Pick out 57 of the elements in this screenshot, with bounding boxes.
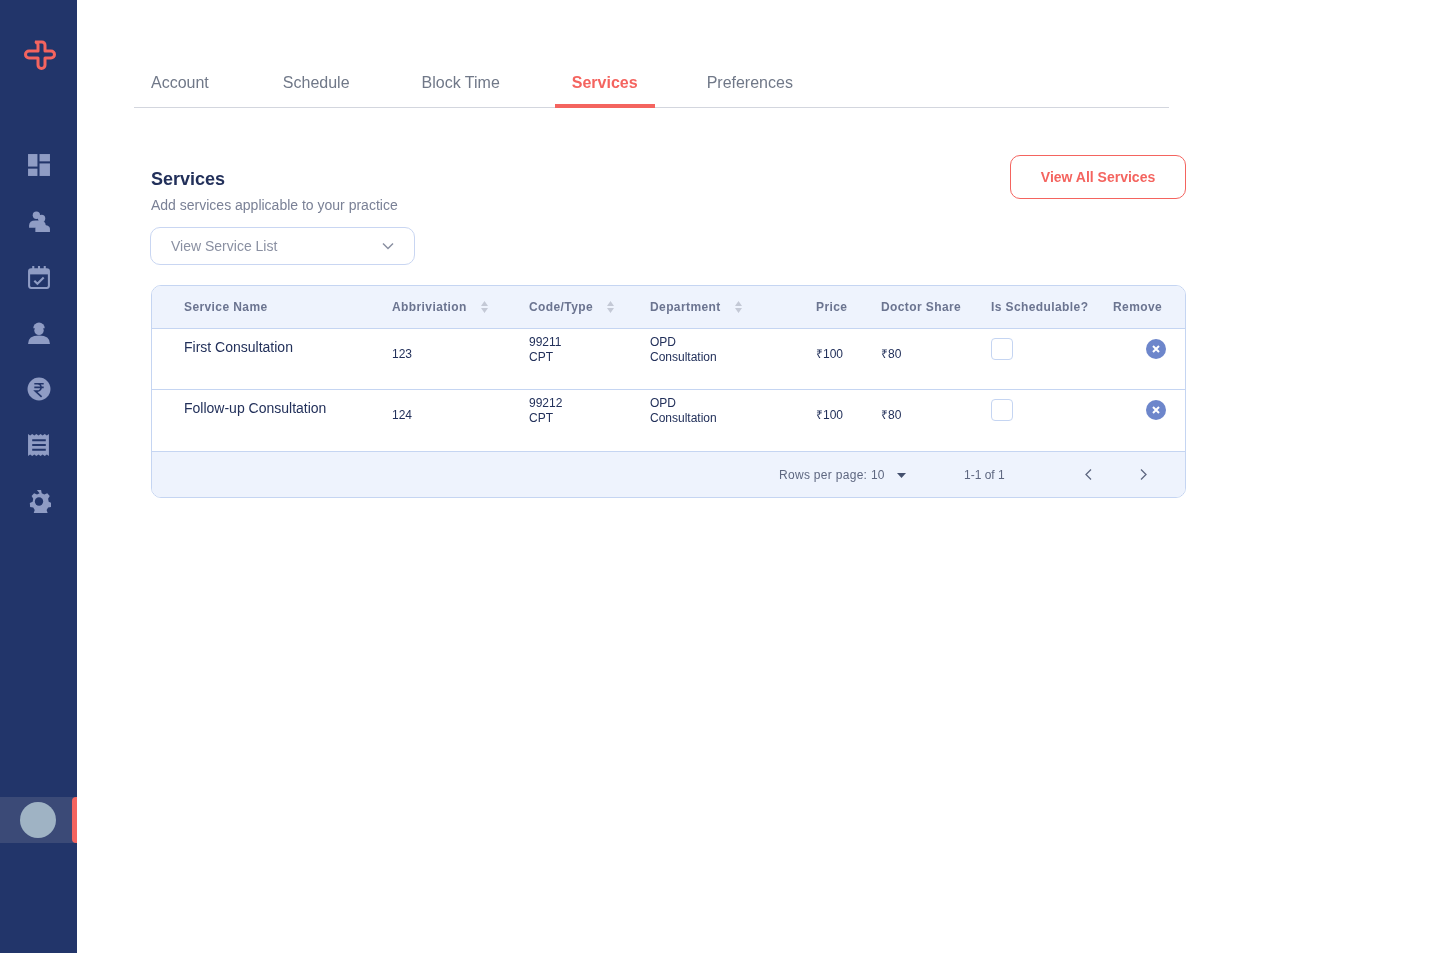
code-type: CPT — [529, 350, 554, 365]
service-list-dropdown[interactable]: View Service List — [150, 227, 415, 265]
close-icon — [1152, 406, 1160, 415]
rupee-icon — [26, 377, 51, 401]
dropdown-placeholder: View Service List — [171, 236, 278, 256]
close-icon — [1152, 345, 1160, 353]
person-icon — [26, 321, 51, 345]
column-header: Service Name — [184, 299, 268, 316]
code-number: 99211 — [529, 335, 563, 350]
column-header: Is Schedulable? — [991, 299, 1089, 316]
table-cell-text: ₹100 — [816, 346, 845, 363]
logo-icon — [21, 38, 56, 72]
previous-page-button[interactable] — [1082, 466, 1094, 482]
remove-button[interactable] — [1146, 400, 1166, 421]
calendar-check-icon — [26, 265, 51, 289]
receipt-icon — [26, 433, 51, 457]
profile-item[interactable] — [0, 797, 77, 843]
column-header: Price — [816, 299, 848, 316]
view-all-services-button[interactable]: View All Services — [1010, 155, 1186, 199]
column-header[interactable]: Code/Type — [529, 298, 594, 316]
section-title: Services — [151, 168, 227, 191]
dashboard-icon — [26, 153, 51, 177]
schedulable-checkbox[interactable] — [991, 338, 1013, 360]
service-name: Follow-up Consultation — [184, 398, 328, 418]
table-cell-text: 123 — [392, 346, 414, 363]
people-icon — [26, 209, 51, 233]
rows-per-page-select[interactable]: Rows per page: 10 — [779, 466, 906, 484]
section-subtitle: Add services applicable to your practice — [151, 196, 398, 215]
table-cell-text: ₹80 — [881, 346, 903, 363]
chevron-left-icon — [1084, 468, 1092, 480]
chevron-down-icon — [382, 242, 394, 250]
service-name: First Consultation — [184, 337, 294, 357]
department-type: Consultation — [650, 350, 718, 365]
tab[interactable]: Services — [554, 62, 655, 108]
page-range: 1-1 of 1 — [964, 467, 1005, 484]
tab[interactable]: Preferences — [689, 62, 810, 108]
caret-down-icon — [896, 472, 906, 478]
chevron-right-icon — [1139, 468, 1147, 480]
column-header: Remove — [1113, 299, 1163, 316]
code-type: CPT — [529, 411, 554, 427]
department-name: OPD — [650, 396, 677, 412]
schedulable-checkbox[interactable] — [991, 399, 1013, 422]
active-indicator — [72, 797, 77, 843]
tab[interactable]: Block Time — [404, 62, 517, 108]
table-cell-text: ₹100 — [816, 407, 845, 425]
code-number: 99212 — [529, 396, 564, 412]
remove-button[interactable] — [1146, 339, 1166, 359]
table-cell-text: ₹80 — [881, 407, 903, 425]
column-header: Doctor Share — [881, 299, 962, 316]
department-type: Consultation — [650, 411, 718, 427]
column-header[interactable]: Department — [650, 298, 721, 316]
tab[interactable]: Schedule — [265, 62, 367, 108]
table-cell-text: 124 — [392, 407, 414, 425]
column-header[interactable]: Abbriviation — [392, 298, 467, 316]
avatar — [20, 802, 56, 838]
department-name: OPD — [650, 335, 677, 350]
tab[interactable]: Account — [134, 62, 226, 108]
